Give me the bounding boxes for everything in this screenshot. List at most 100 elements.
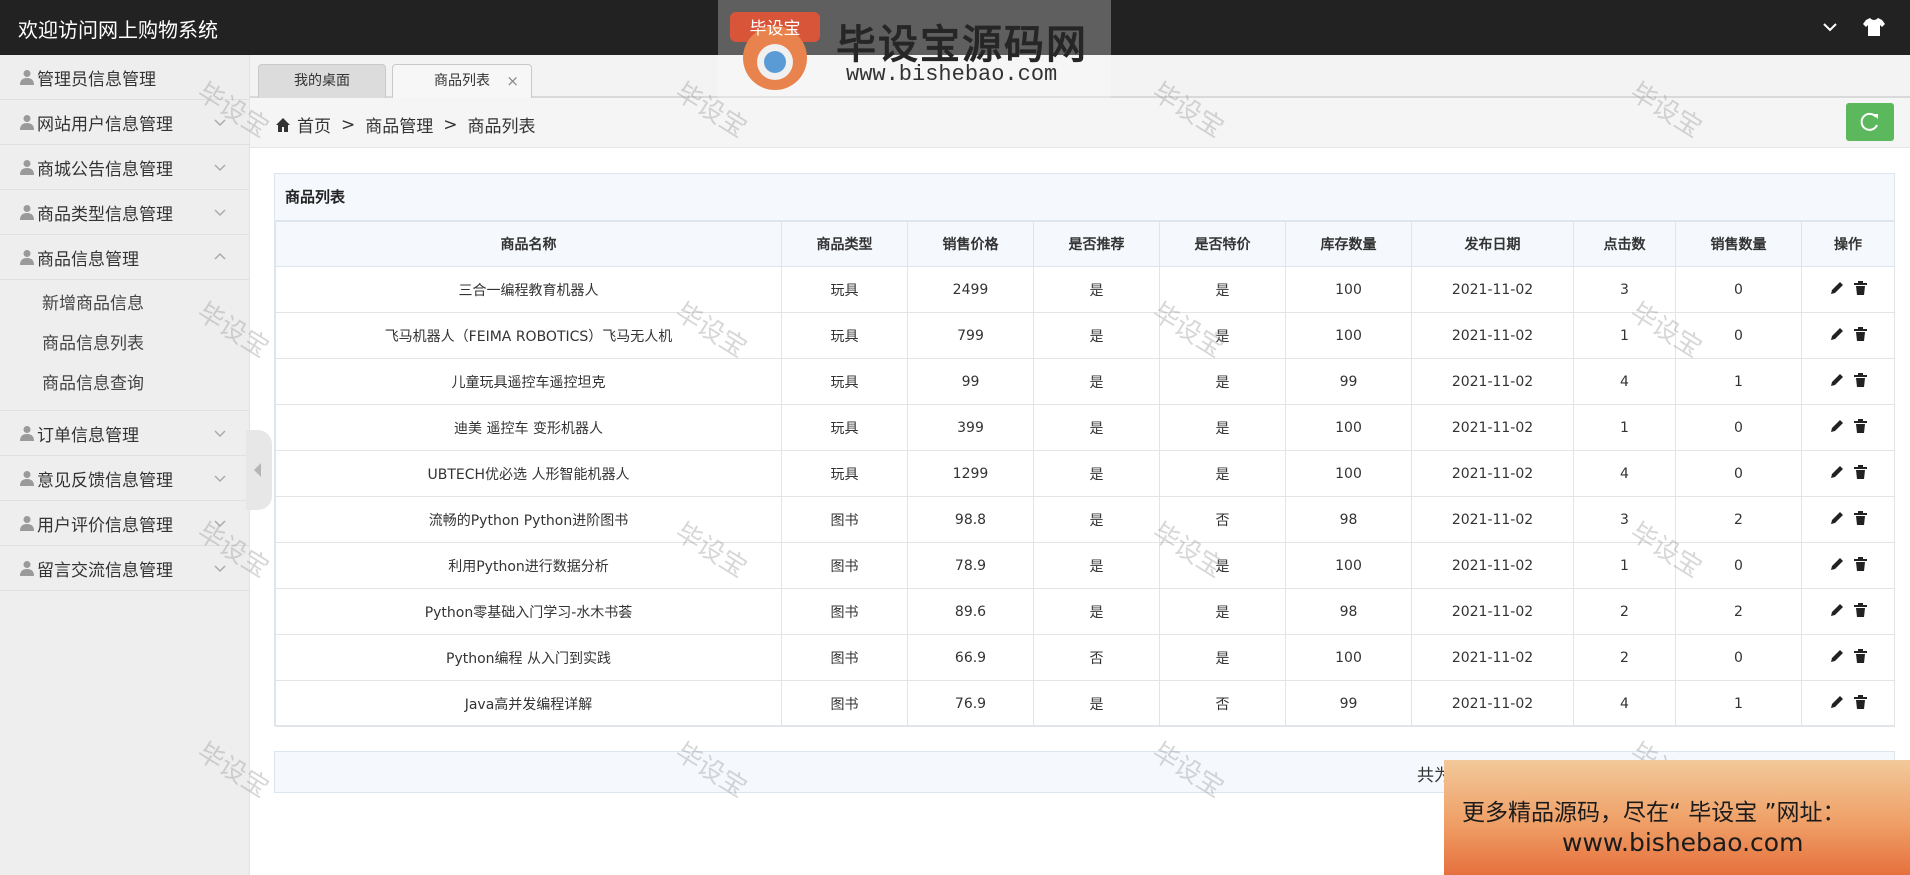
table-cell: 2021-11-02 <box>1411 450 1574 497</box>
trash-icon[interactable] <box>1853 464 1867 479</box>
table-cell: 0 <box>1675 450 1802 497</box>
sidebar-item-admin[interactable]: 管理员信息管理 <box>0 55 249 100</box>
table-cell: 2021-11-02 <box>1411 312 1574 359</box>
edit-icon[interactable] <box>1830 327 1844 341</box>
table-header-row: 商品名称 商品类型 销售价格 是否推荐 是否特价 库存数量 发布日期 点击数 销… <box>275 221 1895 267</box>
trash-icon[interactable] <box>1853 602 1867 617</box>
breadcrumb-level2: 商品列表 <box>467 117 536 137</box>
user-icon <box>20 205 34 220</box>
table-cell: 0 <box>1675 312 1802 359</box>
sidebar-item-label: 意见反馈信息管理 <box>37 470 173 491</box>
table-cell: 78.9 <box>907 542 1034 589</box>
chevron-down-icon <box>214 164 226 172</box>
trash-icon[interactable] <box>1853 648 1867 663</box>
app-title: 欢迎访问网上购物系统 <box>18 18 218 42</box>
user-icon <box>20 70 34 85</box>
table-cell: 100 <box>1285 634 1412 681</box>
table-cell: 2499 <box>907 266 1034 313</box>
product-table: 商品名称 商品类型 销售价格 是否推荐 是否特价 库存数量 发布日期 点击数 销… <box>275 221 1895 727</box>
edit-icon[interactable] <box>1830 695 1844 709</box>
breadcrumb: 首页 > 商品管理 > 商品列表 <box>275 112 536 137</box>
column-header: 发布日期 <box>1411 221 1574 267</box>
sidebar-item-users[interactable]: 网站用户信息管理 <box>0 100 249 145</box>
trash-icon[interactable] <box>1853 372 1867 387</box>
table-cell: 100 <box>1285 266 1412 313</box>
submenu-item-product-list[interactable]: 商品信息列表 <box>0 324 249 364</box>
promo-line-1: 更多精品源码，尽在“ 毕设宝 ”网址： <box>1462 800 1846 826</box>
table-cell: 799 <box>907 312 1034 359</box>
trash-icon[interactable] <box>1853 694 1867 709</box>
table-cell: 图书 <box>781 634 908 681</box>
chevron-down-icon <box>214 565 226 573</box>
trash-icon[interactable] <box>1853 326 1867 341</box>
column-header: 点击数 <box>1573 221 1676 267</box>
breadcrumb-bar: 首页 > 商品管理 > 商品列表 <box>250 98 1910 148</box>
table-row: Java高并发编程详解 图书 76.9 是否 99 2021-11-02 4 1 <box>275 680 1895 727</box>
table-cell: 2021-11-02 <box>1411 404 1574 451</box>
edit-icon[interactable] <box>1830 511 1844 525</box>
table-cell: 2 <box>1675 496 1802 543</box>
promo-line-2: www.bishebao.com <box>1562 828 1804 857</box>
sidebar-item-products[interactable]: 商品信息管理 <box>0 235 249 280</box>
sidebar-item-orders[interactable]: 订单信息管理 <box>0 411 249 456</box>
edit-icon[interactable] <box>1830 557 1844 571</box>
refresh-button[interactable] <box>1846 103 1894 141</box>
sidebar-item-reviews[interactable]: 用户评价信息管理 <box>0 501 249 546</box>
user-icon <box>20 561 34 576</box>
sidebar-item-label: 网站用户信息管理 <box>37 114 173 135</box>
edit-icon[interactable] <box>1830 419 1844 433</box>
table-cell: 图书 <box>781 542 908 589</box>
trash-icon[interactable] <box>1853 510 1867 525</box>
row-actions <box>1801 680 1895 727</box>
user-icon <box>20 426 34 441</box>
trash-icon[interactable] <box>1853 418 1867 433</box>
table-cell: 是 <box>1159 404 1286 451</box>
sidebar-item-product-types[interactable]: 商品类型信息管理 <box>0 190 249 235</box>
column-header: 销售数量 <box>1675 221 1802 267</box>
chevron-down-icon[interactable] <box>1820 17 1840 37</box>
table-row: Python编程 从入门到实践 图书 66.9 否是 100 2021-11-02 2 0 <box>275 634 1895 681</box>
site-logo-watermark: 毕设宝 毕设宝源码网 www.bishebao.com <box>718 0 1111 98</box>
table-cell: 图书 <box>781 588 908 635</box>
table-cell: 图书 <box>781 680 908 727</box>
trash-icon[interactable] <box>1853 556 1867 571</box>
edit-icon[interactable] <box>1830 603 1844 617</box>
breadcrumb-separator: > <box>341 114 356 135</box>
table-cell: 98 <box>1285 588 1412 635</box>
edit-icon[interactable] <box>1830 373 1844 387</box>
table-cell: 是 <box>1033 588 1160 635</box>
tab-label: 商品列表 <box>434 73 490 89</box>
promo-banner[interactable]: 更多精品源码，尽在“ 毕设宝 ”网址： www.bishebao.com <box>1444 760 1910 875</box>
table-cell: 1 <box>1675 358 1802 405</box>
table-cell: 是 <box>1033 496 1160 543</box>
logo-badge-icon: 毕设宝 <box>730 12 820 90</box>
breadcrumb-home[interactable]: 首页 <box>297 112 331 137</box>
trash-icon[interactable] <box>1853 280 1867 295</box>
sidebar-item-messages[interactable]: 留言交流信息管理 <box>0 546 249 591</box>
submenu-item-add-product[interactable]: 新增商品信息 <box>0 284 249 324</box>
submenu-item-product-search[interactable]: 商品信息查询 <box>0 364 249 404</box>
tab-product-list[interactable]: 商品列表 × <box>392 64 532 98</box>
sidebar-item-feedback[interactable]: 意见反馈信息管理 <box>0 456 249 501</box>
breadcrumb-level1[interactable]: 商品管理 <box>365 112 433 137</box>
breadcrumb-separator: > <box>443 114 458 135</box>
table-cell: 儿童玩具遥控车遥控坦克 <box>275 358 782 405</box>
table-cell: 是 <box>1159 266 1286 313</box>
edit-icon[interactable] <box>1830 465 1844 479</box>
edit-icon[interactable] <box>1830 281 1844 295</box>
table-cell: 玩具 <box>781 312 908 359</box>
close-icon[interactable]: × <box>506 65 519 97</box>
row-actions <box>1801 542 1895 589</box>
table-cell: 是 <box>1033 680 1160 727</box>
edit-icon[interactable] <box>1830 649 1844 663</box>
row-actions <box>1801 266 1895 313</box>
sidebar-item-notices[interactable]: 商城公告信息管理 <box>0 145 249 190</box>
tshirt-icon[interactable] <box>1862 15 1886 39</box>
table-cell: 4 <box>1573 680 1676 727</box>
table-cell: 2021-11-02 <box>1411 496 1574 543</box>
table-row: 流畅的Python Python进阶图书 图书 98.8 是否 98 2021-11-02… <box>275 496 1895 543</box>
tab-my-desktop[interactable]: 我的桌面 <box>258 64 386 98</box>
sidebar-collapse-handle[interactable] <box>246 430 272 510</box>
row-actions <box>1801 312 1895 359</box>
table-cell: 2 <box>1573 588 1676 635</box>
